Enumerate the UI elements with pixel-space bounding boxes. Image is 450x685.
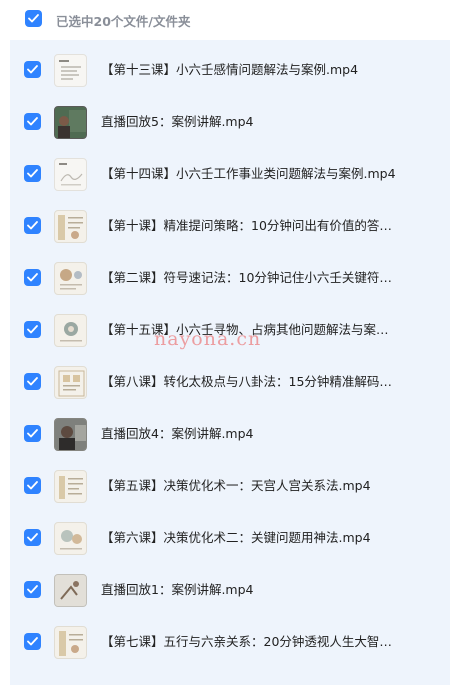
file-row[interactable]: 【第八课】转化太极点与八卦法：15分钟精准解码预... (10, 356, 450, 408)
row-checkbox[interactable] (24, 113, 41, 130)
check-icon (27, 65, 38, 74)
file-name: 【第十四课】小六壬工作事业类问题解法与案例.mp4 (101, 166, 396, 181)
document-thumbnail (54, 470, 87, 503)
file-row[interactable]: 【第六课】决策优化术二：关键问题用神法.mp4 (10, 512, 450, 564)
file-row[interactable]: 直播回放5：案例讲解.mp4 (10, 96, 450, 148)
selection-header: 已选中20个文件/文件夹 (10, 0, 450, 40)
video-thumbnail (54, 574, 87, 607)
file-name: 【第七课】五行与六亲关系：20分钟透视人生大智慧... (101, 634, 401, 649)
video-thumbnail (54, 418, 87, 451)
row-checkbox[interactable] (24, 529, 41, 546)
file-name: 直播回放5：案例讲解.mp4 (101, 114, 254, 129)
file-name: 【第六课】决策优化术二：关键问题用神法.mp4 (101, 530, 371, 545)
row-checkbox[interactable] (24, 321, 41, 338)
document-thumbnail (54, 210, 87, 243)
document-thumbnail (54, 522, 87, 555)
row-checkbox[interactable] (24, 165, 41, 182)
file-row[interactable]: 【第十三课】小六壬感情问题解法与案例.mp4 (10, 44, 450, 96)
file-row[interactable]: 【第七课】五行与六亲关系：20分钟透视人生大智慧... (10, 616, 450, 668)
row-checkbox[interactable] (24, 217, 41, 234)
check-icon (27, 429, 38, 438)
file-name: 【第十三课】小六壬感情问题解法与案例.mp4 (101, 62, 359, 77)
check-icon (27, 585, 38, 594)
check-icon (27, 481, 38, 490)
file-row[interactable]: 【第十五课】小六壬寻物、占病其他问题解法与案例.... (10, 304, 450, 356)
select-all-checkbox[interactable] (25, 10, 42, 27)
video-thumbnail (54, 106, 87, 139)
check-icon (27, 169, 38, 178)
file-name: 【第十五课】小六壬寻物、占病其他问题解法与案例.... (101, 322, 401, 337)
check-icon (27, 377, 38, 386)
row-checkbox[interactable] (24, 581, 41, 598)
file-name: 【第二课】符号速记法：10分钟记住小六壬关键符号... (101, 270, 401, 285)
check-icon (27, 325, 38, 334)
row-checkbox[interactable] (24, 633, 41, 650)
document-thumbnail (54, 158, 87, 191)
document-thumbnail (54, 54, 87, 87)
file-row[interactable]: 【第五课】决策优化术一：天宫人宫关系法.mp4 (10, 460, 450, 512)
check-icon (28, 14, 39, 23)
left-margin (0, 0, 10, 685)
file-name: 直播回放1：案例讲解.mp4 (101, 582, 254, 597)
file-row[interactable]: 【第十课】精准提问策略：10分钟问出有价值的答案... (10, 200, 450, 252)
row-checkbox[interactable] (24, 269, 41, 286)
check-icon (27, 221, 38, 230)
row-checkbox[interactable] (24, 373, 41, 390)
file-name: 【第十课】精准提问策略：10分钟问出有价值的答案... (101, 218, 401, 233)
file-name: 【第八课】转化太极点与八卦法：15分钟精准解码预... (101, 374, 401, 389)
check-icon (27, 637, 38, 646)
file-row[interactable]: 【第十四课】小六壬工作事业类问题解法与案例.mp4 (10, 148, 450, 200)
document-thumbnail (54, 314, 87, 347)
row-checkbox[interactable] (24, 477, 41, 494)
selection-summary: 已选中20个文件/文件夹 (56, 14, 191, 29)
file-row[interactable]: 【第二课】符号速记法：10分钟记住小六壬关键符号... (10, 252, 450, 304)
row-checkbox[interactable] (24, 61, 41, 78)
document-thumbnail (54, 366, 87, 399)
check-icon (27, 273, 38, 282)
file-row[interactable]: 直播回放4：案例讲解.mp4 (10, 408, 450, 460)
file-row[interactable]: 直播回放1：案例讲解.mp4 (10, 564, 450, 616)
file-name: 直播回放4：案例讲解.mp4 (101, 426, 254, 441)
check-icon (27, 117, 38, 126)
document-thumbnail (54, 262, 87, 295)
check-icon (27, 533, 38, 542)
row-checkbox[interactable] (24, 425, 41, 442)
document-thumbnail (54, 626, 87, 659)
file-name: 【第五课】决策优化术一：天宫人宫关系法.mp4 (101, 478, 371, 493)
